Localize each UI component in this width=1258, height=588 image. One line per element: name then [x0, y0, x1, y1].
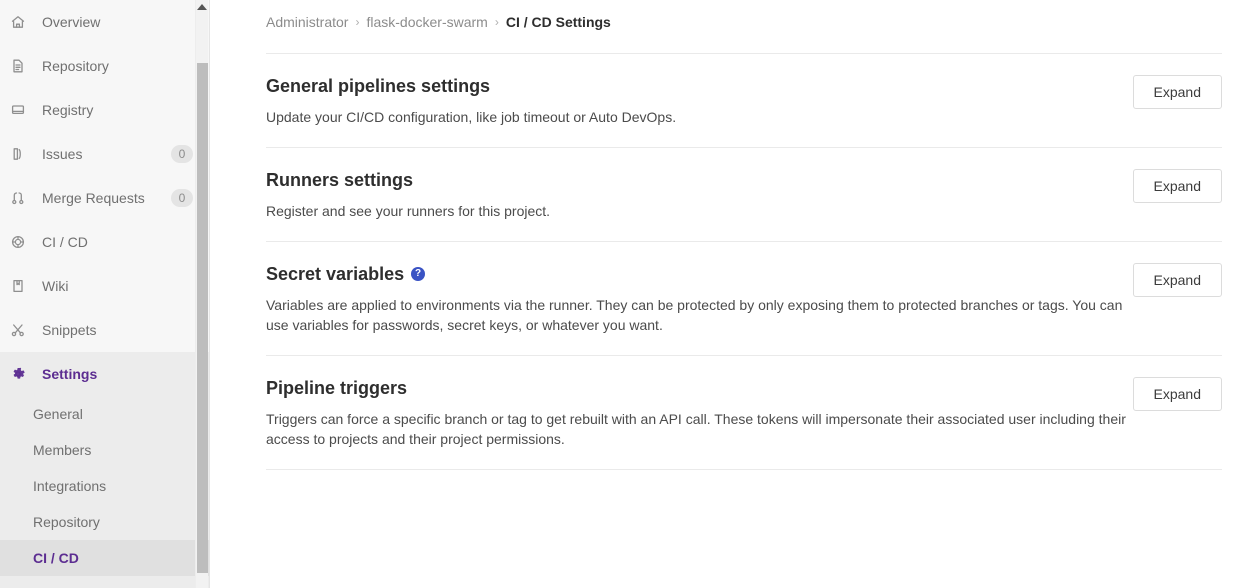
section-title: Runners settings	[266, 169, 1222, 191]
help-icon[interactable]: ?	[411, 267, 426, 281]
sidebar-item-label: Registry	[42, 102, 94, 118]
sidebar-item-overview[interactable]: Overview	[0, 0, 209, 44]
sidebar-item-cicd[interactable]: CI / CD	[0, 220, 209, 264]
document-icon	[10, 57, 32, 75]
section-title: Pipeline triggers	[266, 377, 1222, 399]
sidebar-item-label: Settings	[42, 366, 98, 382]
sidebar-scrollbar[interactable]	[195, 0, 208, 588]
sidebar-item-settings[interactable]: Settings	[0, 352, 209, 396]
sidebar-item-issues[interactable]: Issues 0	[0, 132, 209, 176]
expand-button[interactable]: Expand	[1132, 75, 1222, 109]
sidebar-item-wiki[interactable]: Wiki	[0, 264, 209, 308]
section-title-text: Secret variables	[266, 264, 405, 284]
section-title: General pipelines settings	[266, 75, 1222, 97]
section-title: Secret variables?	[266, 263, 1222, 285]
breadcrumb-current: CI / CD Settings	[505, 14, 611, 30]
breadcrumb-separator-icon: ›	[355, 15, 360, 29]
breadcrumb: Administrator › flask-docker-swarm › CI / CD…	[266, 13, 1222, 31]
breadcrumb-separator-icon: ›	[494, 15, 499, 29]
home-icon	[10, 13, 32, 31]
section-title-text: Runners settings	[266, 170, 414, 190]
sidebar-settings-block: Settings General Members Integrations Repos…	[0, 352, 209, 578]
scroll-up-arrow-icon[interactable]	[197, 4, 207, 10]
section-description: Update your CI/CD configuration, like jo…	[266, 109, 677, 125]
sidebar-item-label: Issues	[42, 146, 83, 162]
registry-icon	[10, 101, 32, 119]
app-window: Overview Repository Registry Issues 0 Merge R…	[0, 0, 1258, 588]
expand-button[interactable]: Expand	[1132, 263, 1222, 297]
sidebar-item-count-badge: 0	[171, 145, 193, 163]
sidebar-item-label: CI / CD	[42, 234, 88, 250]
sidebar-subitem-repository[interactable]: Repository	[0, 504, 209, 540]
sidebar-item-label: Snippets	[42, 322, 97, 338]
section-description: Register and see your runners for this p…	[266, 203, 551, 219]
section-pipeline-triggers: Pipeline triggers Triggers can force a sp…	[266, 356, 1222, 470]
section-general-pipelines-settings: General pipelines settings Update your CI…	[266, 54, 1222, 148]
section-description: Variables are applied to environments vi…	[266, 297, 1123, 333]
sidebar-subitem-label: General	[33, 406, 83, 422]
breadcrumb-link[interactable]: Administrator	[266, 14, 348, 30]
sidebar-item-label: Merge Requests	[42, 190, 145, 206]
sidebar-subitem-cicd[interactable]: CI / CD	[0, 540, 209, 576]
scrollbar-thumb[interactable]	[197, 63, 208, 573]
pipeline-icon	[10, 233, 32, 251]
merge-request-icon	[10, 189, 32, 207]
sidebar-nav-list: Overview Repository Registry Issues 0 Merge R…	[0, 0, 209, 352]
sidebar-item-registry[interactable]: Registry	[0, 88, 209, 132]
expand-button[interactable]: Expand	[1132, 377, 1222, 411]
sidebar-item-count-badge: 0	[171, 189, 193, 207]
section-secret-variables: Secret variables? Variables are applied t…	[266, 242, 1222, 356]
project-sidebar: Overview Repository Registry Issues 0 Merge R…	[0, 0, 210, 588]
section-title-text: General pipelines settings	[266, 76, 491, 96]
sidebar-tail-spacer	[0, 578, 209, 588]
sidebar-subitem-general[interactable]: General	[0, 396, 209, 432]
sidebar-item-label: Repository	[42, 58, 109, 74]
sidebar-item-merge-requests[interactable]: Merge Requests 0	[0, 176, 209, 220]
breadcrumb-link[interactable]: flask-docker-swarm	[366, 14, 487, 30]
sidebar-subitem-label: CI / CD	[33, 550, 79, 566]
sidebar-subitem-label: Repository	[33, 514, 100, 530]
section-description: Triggers can force a specific branch or …	[266, 411, 1126, 447]
sidebar-item-repository[interactable]: Repository	[0, 44, 209, 88]
sidebar-item-snippets[interactable]: Snippets	[0, 308, 209, 352]
sidebar-subitem-members[interactable]: Members	[0, 432, 209, 468]
gear-icon	[10, 365, 32, 383]
expand-button[interactable]: Expand	[1132, 169, 1222, 203]
section-title-text: Pipeline triggers	[266, 378, 408, 398]
sidebar-item-label: Wiki	[42, 278, 69, 294]
section-runners-settings: Runners settings Register and see your ru…	[266, 148, 1222, 242]
main-content: Administrator › flask-docker-swarm › CI / CD…	[210, 0, 1258, 588]
sidebar-subitem-label: Integrations	[33, 478, 107, 494]
settings-sections: General pipelines settings Update your CI…	[266, 54, 1222, 470]
issues-icon	[10, 145, 32, 163]
book-icon	[10, 277, 32, 295]
sidebar-item-label: Overview	[42, 14, 101, 30]
scissors-icon	[10, 321, 32, 339]
sidebar-sub-list: General Members Integrations Repository CI /…	[0, 396, 209, 578]
sidebar-subitem-integrations[interactable]: Integrations	[0, 468, 209, 504]
sidebar-subitem-label: Members	[33, 442, 92, 458]
